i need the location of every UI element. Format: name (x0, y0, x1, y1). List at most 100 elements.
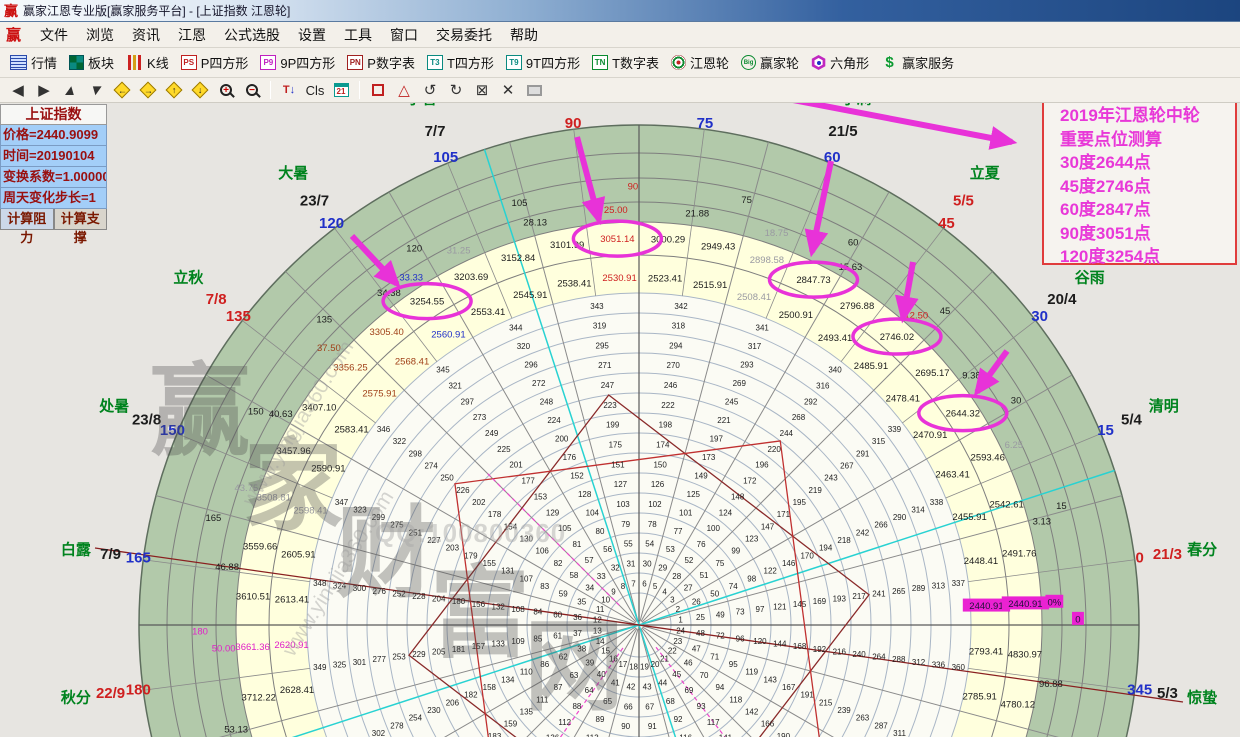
degree-ring-label: 180 (192, 627, 208, 638)
menu-item-5[interactable]: 设置 (289, 24, 335, 46)
svg-text:83: 83 (540, 582, 549, 591)
inner-price-ring-label: 2590.91 (311, 464, 345, 475)
toolbar-button-8[interactable]: TNT数字表 (586, 50, 665, 76)
toolbar-button-label: 9P四方形 (280, 53, 335, 72)
svg-text:275: 275 (390, 521, 404, 530)
inner-price-ring-label: 2515.91 (693, 280, 727, 291)
svg-text:223: 223 (603, 401, 617, 410)
svg-text:287: 287 (874, 721, 888, 730)
prev-icon[interactable]: ◀ (6, 80, 30, 101)
outer-price-ring-label: 3203.69 (454, 272, 488, 283)
menu-item-8[interactable]: 交易委托 (427, 24, 501, 46)
svg-text:183: 183 (488, 732, 502, 737)
toolbar-button-11[interactable]: 六角形 (805, 50, 875, 76)
toolbar-button-2[interactable]: K线 (120, 50, 175, 76)
menu-item-6[interactable]: 工具 (335, 24, 381, 46)
menu-item-1[interactable]: 浏览 (77, 24, 123, 46)
menu-item-4[interactable]: 公式选股 (215, 24, 289, 46)
resize-icon[interactable]: ✕ (496, 80, 520, 101)
svg-text:246: 246 (664, 381, 678, 390)
toolbar-button-4[interactable]: P99P四方形 (254, 50, 341, 76)
svg-text:90: 90 (621, 722, 630, 731)
calc-resistance-button[interactable]: 计算阻力 (0, 209, 54, 230)
toolbar-button-label: 板块 (88, 53, 114, 72)
solar-term-labels-label: 谷雨 (1075, 270, 1105, 287)
toolbar-button-9[interactable]: 江恩轮 (665, 50, 735, 76)
svg-text:148: 148 (731, 492, 745, 501)
menu-item-9[interactable]: 帮助 (501, 24, 547, 46)
svg-text:198: 198 (659, 421, 673, 430)
svg-text:106: 106 (536, 547, 550, 556)
down-arrow-icon[interactable]: ▼ (84, 80, 108, 101)
outer-price-ring-label: 3152.84 (501, 253, 535, 264)
cls-button[interactable]: Cls (303, 80, 327, 101)
svg-text:36: 36 (573, 613, 582, 622)
svg-text:293: 293 (740, 360, 754, 369)
svg-text:24: 24 (676, 626, 685, 635)
percent-ring-label: 0% (1047, 597, 1061, 608)
inner-price-ring-label: 2568.41 (395, 357, 429, 368)
svg-text:178: 178 (488, 510, 502, 519)
svg-text:82: 82 (554, 559, 563, 568)
t9-icon: T9 (506, 55, 522, 70)
svg-text:153: 153 (534, 492, 548, 501)
date-value: 时间=20190104 (0, 146, 107, 167)
rotate-cw-icon[interactable]: ↻ (444, 80, 468, 101)
svg-text:55: 55 (624, 540, 633, 549)
triangle-tool-icon[interactable]: △ (392, 80, 416, 101)
calendar-icon[interactable]: 21 (329, 80, 353, 101)
svg-text:109: 109 (511, 637, 525, 646)
diamond-right-icon[interactable]: → (136, 80, 160, 101)
toolbar-button-label: 六角形 (830, 53, 869, 72)
percent-ring-label: 3.13 (1033, 517, 1052, 528)
svg-text:50: 50 (710, 590, 719, 599)
svg-text:141: 141 (719, 734, 733, 737)
toolbar-button-6[interactable]: T3T四方形 (421, 50, 500, 76)
menu-item-0[interactable]: 文件 (31, 24, 77, 46)
toolbar-button-7[interactable]: T99T四方形 (500, 50, 586, 76)
diamond-down-icon[interactable]: ↓ (188, 80, 212, 101)
window-titlebar[interactable]: 赢 赢家江恩专业版[赢家服务平台] - [上证指数 江恩轮] (0, 0, 1240, 22)
zoom-in-icon[interactable]: + (214, 80, 238, 101)
diamond-left-icon[interactable]: ← (110, 80, 134, 101)
square-tool-icon[interactable] (366, 80, 390, 101)
outer-price-ring-label: 3407.10 (302, 402, 336, 413)
svg-text:91: 91 (648, 722, 657, 731)
menu-item-2[interactable]: 资讯 (123, 24, 169, 46)
toolbar-button-0[interactable]: 行情 (4, 50, 63, 76)
svg-text:135: 135 (520, 707, 534, 716)
menu-bar: 赢 文件浏览资讯江恩公式选股设置工具窗口交易委托帮助 (0, 22, 1240, 48)
up-arrow-icon[interactable]: ▲ (58, 80, 82, 101)
toolbar-button-3[interactable]: PSP四方形 (175, 50, 255, 76)
menu-item-7[interactable]: 窗口 (381, 24, 427, 46)
box-x-icon[interactable]: ⊠ (470, 80, 494, 101)
toolbar-button-label: 行情 (31, 53, 57, 72)
svg-text:324: 324 (333, 582, 347, 591)
svg-text:79: 79 (621, 520, 630, 529)
toolbar-button-12[interactable]: $赢家服务 (875, 50, 960, 76)
svg-text:136: 136 (546, 734, 560, 737)
calc-support-button[interactable]: 计算支撑 (54, 209, 108, 230)
outer-degree-labels-label: 105 (433, 149, 458, 166)
toolbar-button-label: P四方形 (201, 53, 249, 72)
svg-text:250: 250 (440, 474, 454, 483)
svg-text:13: 13 (593, 626, 602, 635)
solar-term-labels-label: 立夏 (970, 164, 1001, 182)
svg-text:181: 181 (452, 645, 466, 654)
svg-text:347: 347 (335, 498, 349, 507)
degree-ring-label: 0 (1075, 614, 1080, 625)
screen-icon[interactable] (522, 80, 546, 101)
next-icon[interactable]: ▶ (32, 80, 56, 101)
toolbar-button-5[interactable]: PNP数字表 (341, 50, 421, 76)
price-axis-icon[interactable]: T↓ (277, 80, 301, 101)
rotate-ccw-icon[interactable]: ↺ (418, 80, 442, 101)
svg-text:42: 42 (626, 682, 635, 691)
inner-price-ring-label: 2628.41 (280, 685, 314, 696)
menu-item-3[interactable]: 江恩 (169, 24, 215, 46)
toolbar-button-10[interactable]: Big赢家轮 (735, 50, 805, 76)
zoom-out-icon[interactable]: − (240, 80, 264, 101)
svg-text:35: 35 (577, 597, 586, 606)
diamond-up-icon[interactable]: ↑ (162, 80, 186, 101)
toolbar-button-1[interactable]: 板块 (63, 50, 120, 76)
outer-price-ring-label: 3254.55 (410, 297, 444, 308)
